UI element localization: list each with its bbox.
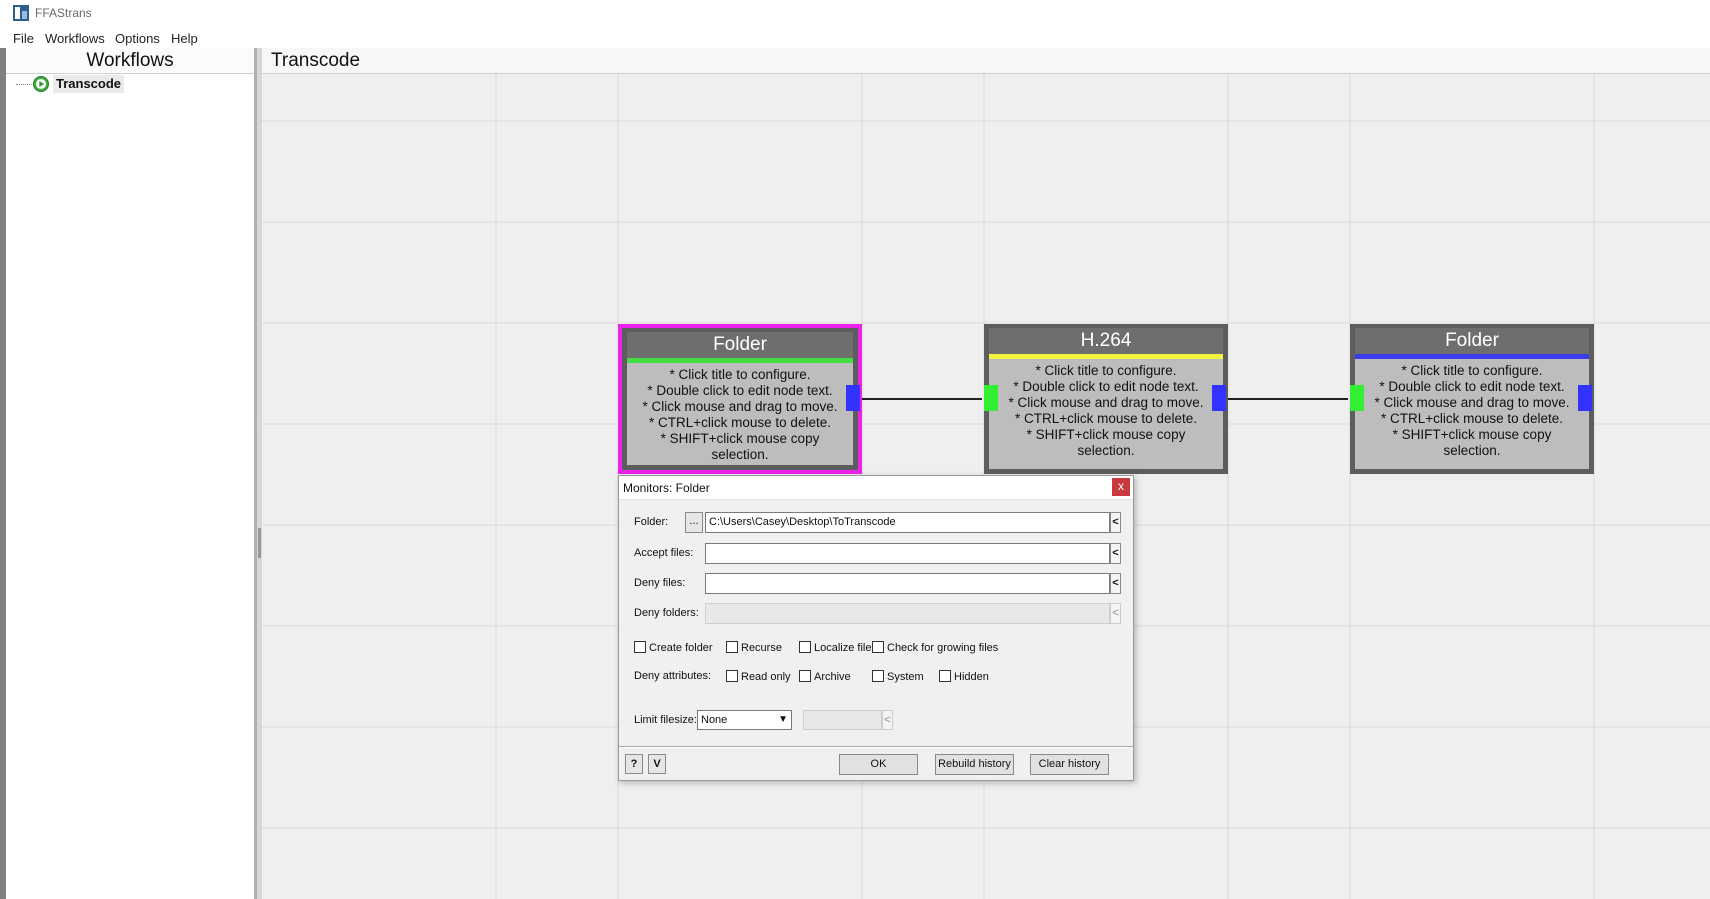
- deny-folders-field: [705, 603, 1110, 624]
- tree-connector-line: [16, 84, 32, 85]
- limit-filesize-select[interactable]: None ▼: [697, 710, 792, 730]
- dialog-title-bar[interactable]: Monitors: Folder x: [619, 476, 1133, 500]
- checkbox-box[interactable]: [726, 641, 738, 653]
- folder-path-field[interactable]: C:\Users\Casey\Desktop\ToTranscode: [705, 512, 1110, 533]
- filesize-expand-button: <: [882, 710, 893, 730]
- checkbox-box[interactable]: [634, 641, 646, 653]
- workflow-node-h264[interactable]: H.264 * Click title to configure. * Doub…: [984, 324, 1228, 474]
- checkbox-box[interactable]: [939, 670, 951, 682]
- system-checkbox[interactable]: System: [872, 670, 924, 684]
- checkbox-box[interactable]: [872, 641, 884, 653]
- play-icon: [33, 76, 49, 92]
- menu-bar: File Workflows Options Help: [0, 27, 1710, 49]
- output-port[interactable]: [1578, 385, 1592, 411]
- deny-attributes-label: Deny attributes:: [634, 670, 712, 682]
- archive-checkbox[interactable]: Archive: [799, 670, 851, 684]
- filesize-value-field: [803, 710, 882, 730]
- tree-item-label[interactable]: Transcode: [53, 75, 125, 93]
- input-port[interactable]: [984, 385, 998, 411]
- archive-label: Archive: [814, 671, 851, 683]
- browse-folder-button[interactable]: ...: [685, 512, 703, 533]
- checkbox-box[interactable]: [799, 670, 811, 682]
- workflow-node-folder-source[interactable]: Folder * Click title to configure. * Dou…: [618, 324, 862, 474]
- hidden-checkbox[interactable]: Hidden: [939, 670, 989, 684]
- accept-files-label: Accept files:: [634, 547, 694, 559]
- node-title[interactable]: Folder: [1355, 328, 1589, 354]
- system-label: System: [887, 671, 924, 683]
- limit-filesize-label: Limit filesize:: [634, 714, 697, 726]
- workflow-node-folder-destination[interactable]: Folder * Click title to configure. * Dou…: [1350, 324, 1594, 474]
- deny-files-field[interactable]: [705, 573, 1110, 594]
- dialog-separator: [619, 746, 1133, 748]
- folder-expand-button[interactable]: <: [1110, 512, 1121, 533]
- read-only-label: Read only: [741, 671, 791, 683]
- hidden-label: Hidden: [954, 671, 989, 683]
- input-port[interactable]: [1350, 385, 1364, 411]
- deny-folders-expand-button: <: [1110, 603, 1121, 624]
- connector-line: [860, 398, 982, 400]
- deny-folders-label: Deny folders:: [634, 607, 699, 619]
- output-port[interactable]: [1212, 385, 1226, 411]
- check-growing-files-checkbox[interactable]: Check for growing files: [872, 641, 998, 655]
- accept-files-expand-button[interactable]: <: [1110, 543, 1121, 564]
- create-folder-label: Create folder: [649, 642, 713, 654]
- ok-button[interactable]: OK: [839, 754, 918, 775]
- chevron-down-icon: ▼: [778, 714, 788, 725]
- title-bar: FFAStrans: [0, 0, 1710, 26]
- dialog-title: Monitors: Folder: [623, 481, 710, 495]
- version-button[interactable]: V: [648, 754, 666, 774]
- checkbox-box[interactable]: [799, 641, 811, 653]
- node-title[interactable]: Folder: [627, 332, 853, 358]
- rebuild-history-button[interactable]: Rebuild history: [935, 754, 1014, 775]
- checkbox-box[interactable]: [872, 670, 884, 682]
- menu-help[interactable]: Help: [171, 31, 198, 46]
- folder-label: Folder:: [634, 516, 669, 528]
- close-button[interactable]: x: [1112, 478, 1130, 496]
- localize-file-checkbox[interactable]: Localize file: [799, 641, 871, 655]
- clear-history-button[interactable]: Clear history: [1030, 754, 1109, 775]
- recurse-label: Recurse: [741, 642, 782, 654]
- menu-workflows[interactable]: Workflows: [45, 31, 105, 46]
- localize-file-label: Localize file: [814, 642, 872, 654]
- read-only-checkbox[interactable]: Read only: [726, 670, 791, 684]
- limit-filesize-value: None: [701, 714, 728, 726]
- connector-line: [1226, 398, 1348, 400]
- menu-file[interactable]: File: [13, 31, 34, 46]
- workflows-panel: Workflows Transcode: [0, 48, 257, 899]
- help-button[interactable]: ?: [625, 754, 643, 774]
- monitors-folder-dialog: Monitors: Folder x Folder: ... C:\Users\…: [618, 475, 1134, 781]
- create-folder-checkbox[interactable]: Create folder: [634, 641, 713, 655]
- ffastrans-logo-icon: [13, 5, 29, 21]
- node-body-text[interactable]: * Click title to configure. * Double cli…: [1355, 359, 1589, 469]
- workflows-panel-header: Workflows: [6, 48, 254, 74]
- menu-options[interactable]: Options: [115, 31, 160, 46]
- node-body-text[interactable]: * Click title to configure. * Double cli…: [989, 359, 1223, 469]
- node-title[interactable]: H.264: [989, 328, 1223, 354]
- deny-files-label: Deny files:: [634, 577, 686, 589]
- output-port[interactable]: [846, 385, 860, 411]
- recurse-checkbox[interactable]: Recurse: [726, 641, 782, 655]
- accept-files-field[interactable]: [705, 543, 1110, 564]
- splitter-grip[interactable]: [258, 528, 261, 558]
- workflow-canvas-header: Transcode: [262, 48, 1710, 74]
- window-title: FFAStrans: [35, 6, 92, 20]
- deny-files-expand-button[interactable]: <: [1110, 573, 1121, 594]
- checkbox-box[interactable]: [726, 670, 738, 682]
- check-growing-files-label: Check for growing files: [887, 642, 999, 654]
- node-body-text[interactable]: * Click title to configure. * Double cli…: [627, 363, 853, 465]
